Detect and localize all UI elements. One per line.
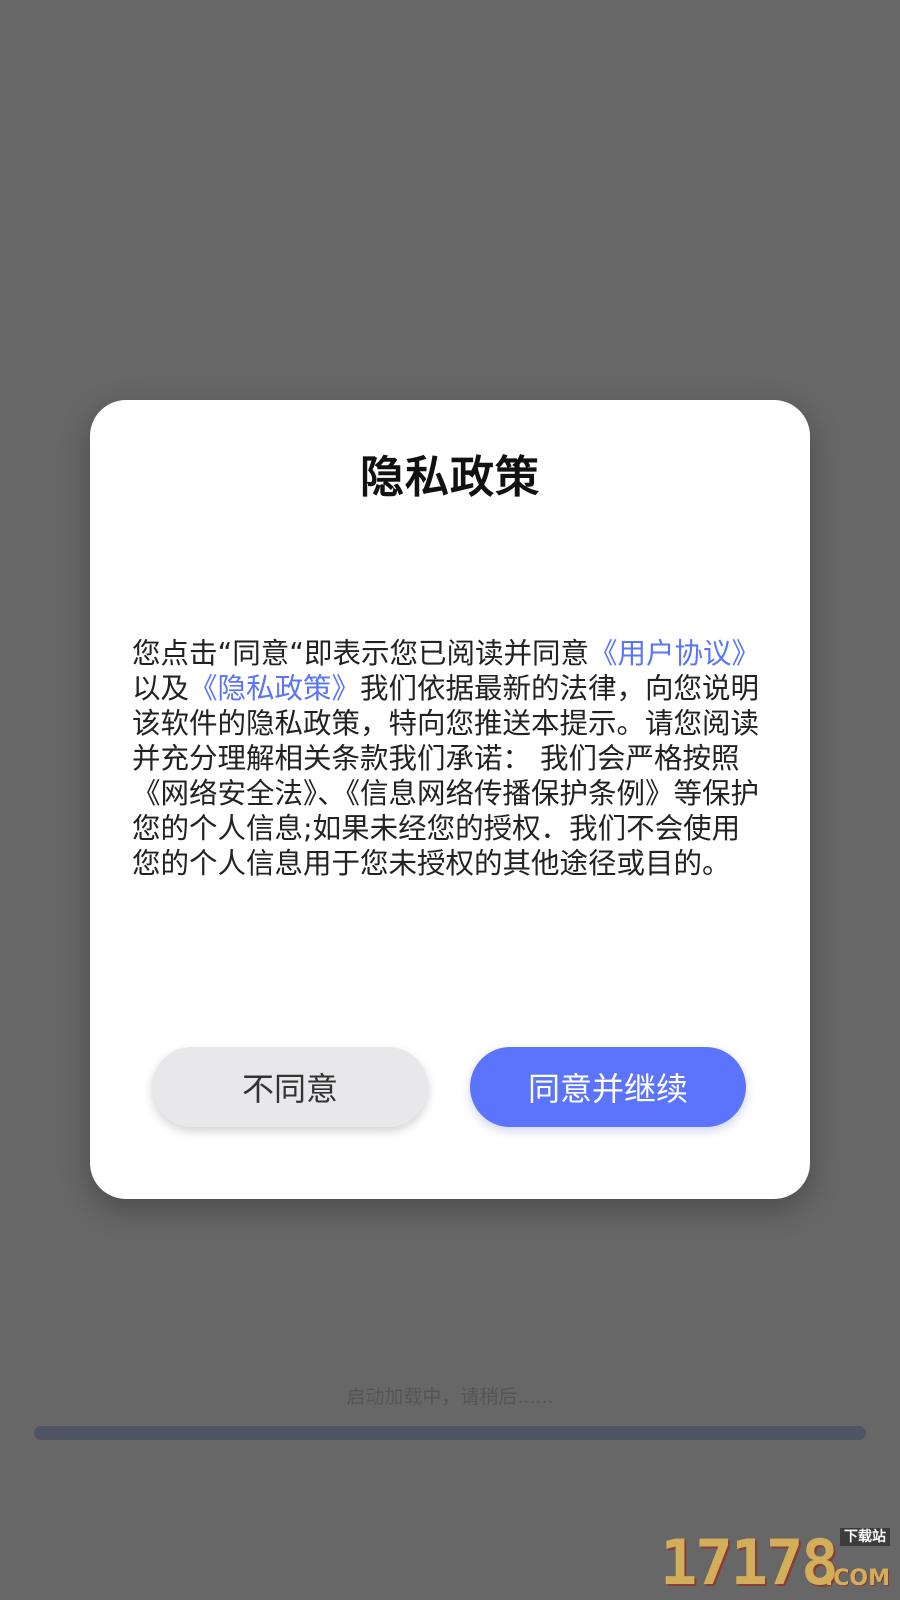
loading-status-text: 启动加载中，请稍后...... xyxy=(346,1386,554,1408)
watermark-top-label: 下载站 xyxy=(840,1528,890,1546)
privacy-policy-link[interactable]: 《隐私政策》 xyxy=(189,672,360,705)
body-text-part2: 以及 xyxy=(132,672,190,705)
privacy-policy-dialog: 隐私政策 您点击“同意“即表示您已阅读并同意《用户协议》以及《隐私政策》我们依据… xyxy=(90,400,810,1199)
loading-progress-bar xyxy=(34,1426,866,1440)
site-watermark-logo: 17178 下载站 .COM xyxy=(660,1522,892,1594)
body-text-part1: 您点击“同意“即表示您已阅读并同意 xyxy=(132,637,590,670)
watermark-digits: 17178 xyxy=(660,1526,839,1599)
agree-continue-button[interactable]: 同意并继续 xyxy=(470,1047,746,1127)
dialog-body-text: 您点击“同意“即表示您已阅读并同意《用户协议》以及《隐私政策》我们依据最新的法律… xyxy=(132,636,768,881)
user-agreement-link[interactable]: 《用户协议》 xyxy=(589,637,760,670)
dimmed-background: 隐私政策 您点击“同意“即表示您已阅读并同意《用户协议》以及《隐私政策》我们依据… xyxy=(0,0,900,1600)
dialog-title: 隐私政策 xyxy=(360,452,540,503)
watermark-suffix: .COM xyxy=(824,1566,890,1591)
disagree-button[interactable]: 不同意 xyxy=(152,1047,428,1127)
